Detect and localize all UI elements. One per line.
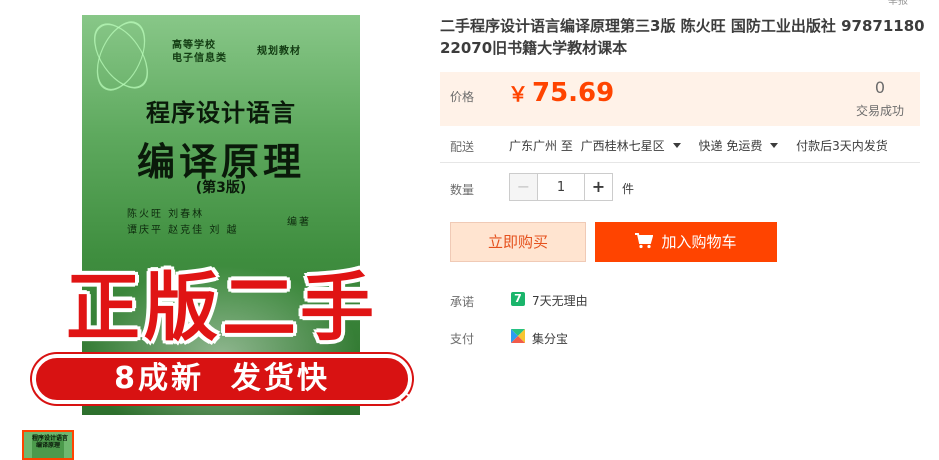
buy-now-button[interactable]: 立即购买 [450, 222, 586, 262]
quantity-minus-button[interactable]: − [510, 174, 538, 200]
quantity-input[interactable] [538, 174, 584, 200]
quantity-label: 数量 [450, 183, 475, 197]
price-panel: 价格 ￥ 75.69 0 交易成功 [440, 72, 920, 126]
promo-overlay-text: 正版二手 [66, 265, 378, 351]
shipping-row: 广东广州 至 广西桂林七星区 快递 免运费 付款后3天内发货 [509, 137, 892, 154]
seven-day-return-icon: 7 [511, 292, 525, 306]
promise-text[interactable]: 7天无理由 [532, 292, 588, 309]
shipping-label: 配送 [450, 140, 475, 154]
price-label: 价格 [450, 90, 475, 104]
ship-to-label: 广西桂林七星区 [580, 139, 665, 153]
ship-method-label: 快递 免运费 [698, 139, 763, 153]
chevron-down-icon [672, 143, 681, 148]
product-title: 二手程序设计语言编译原理第三3版 陈火旺 国防工业出版社 97871180220… [440, 17, 925, 57]
add-to-cart-label: 加入购物车 [661, 233, 737, 251]
quantity-unit: 件 [622, 182, 635, 196]
cover-series-tag: 高等学校 电子信息类 [172, 40, 227, 64]
sales-label: 交易成功 [855, 104, 904, 118]
cover-authors: 陈火旺 刘春林 谭庆平 赵克佳 刘 越 编著 [127, 207, 327, 239]
ship-to-select[interactable]: 广西桂林七星区 [581, 139, 691, 153]
add-to-cart-button[interactable]: 加入购物车 [595, 222, 777, 262]
promo-banner: 8成新 发货快 [32, 354, 412, 404]
promise-label: 承诺 [450, 295, 475, 309]
magnifier-icon[interactable] [398, 392, 416, 414]
chevron-down-icon [770, 143, 779, 148]
sales-count: 0 [874, 78, 886, 97]
dispatch-time: 付款后3天内发货 [796, 139, 888, 153]
cover-editor-mark: 编著 [287, 217, 311, 228]
divider [440, 162, 920, 163]
main-product-image[interactable]: 高等学校 电子信息类 规划教材 程序设计语言 编译原理 (第3版) 陈火旺 刘春… [22, 15, 422, 415]
payment-text: 集分宝 [532, 332, 569, 346]
currency-symbol: ￥ [508, 82, 528, 106]
quantity-stepper: − + [509, 173, 613, 201]
ship-method-select[interactable]: 快递 免运费 [699, 139, 789, 153]
thumbnail-label: 程序设计语言 编译原理 [32, 435, 68, 458]
price-amount: 75.69 [532, 78, 615, 108]
jifenbao-icon [510, 328, 526, 348]
cover-series-tag-right: 规划教材 [257, 46, 301, 57]
cover-edition: (第3版) [195, 180, 247, 196]
quantity-plus-button[interactable]: + [584, 174, 612, 200]
payment-label: 支付 [450, 332, 475, 346]
cover-title-line1: 程序设计语言 [146, 99, 296, 127]
price-value: ￥ 75.69 [508, 78, 614, 108]
cart-icon [635, 233, 654, 249]
report-link[interactable]: 举报 [888, 0, 908, 7]
ship-from: 广东广州 至 [509, 139, 573, 153]
